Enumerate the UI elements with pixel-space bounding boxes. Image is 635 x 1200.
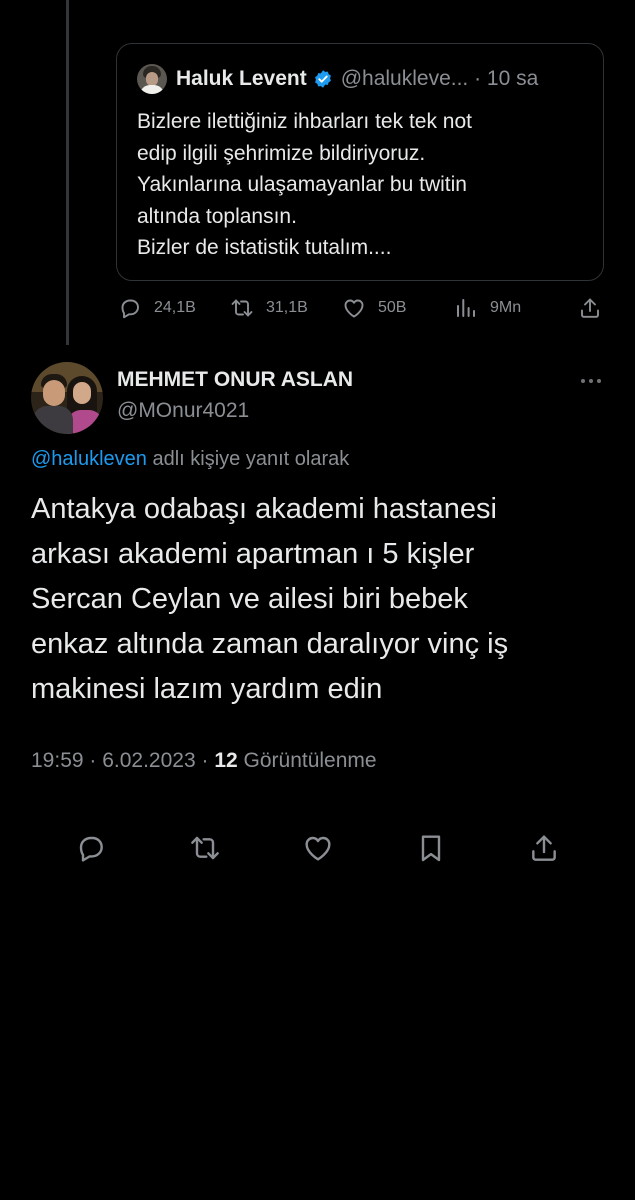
tweet-text: Antakya odabaşı akademi hastanesi arkası… [31,487,606,712]
more-icon[interactable] [579,371,603,391]
views-button[interactable]: 9Mn [454,292,521,324]
author-avatar[interactable] [31,362,103,434]
tweet-actions [0,832,635,868]
share-icon [532,835,556,861]
author-name[interactable]: MEHMET ONUR ASLAN [117,368,353,392]
quoted-text-line: Bizler de istatistik tutalım.... [137,236,392,259]
reply-count: 24,1B [154,299,196,316]
replying-to: @halukleven adlı kişiye yanıt olarak [31,448,349,471]
quoted-tweet-header: Haluk Levent @halukleve... · 10 sa [137,64,538,94]
retweet-icon [191,836,219,860]
verified-badge-icon [314,70,331,88]
like-count: 50B [378,299,407,316]
tweet-text-line: Sercan Ceylan ve ailesi biri bebek [31,583,468,615]
bookmark-icon [421,835,441,862]
tweet-text-line: makinesi lazım yardım edin [31,673,383,705]
main-retweet-button[interactable] [189,832,221,864]
quoted-text-line: edip ilgili şehrimize bildiriyoruz. [137,141,426,165]
main-bookmark-button[interactable] [415,832,447,864]
retweet-button[interactable]: 31,1B [230,292,308,324]
tweet-timestamp[interactable]: 19:59 · 6.02.2023 · [31,749,214,772]
reply-button[interactable]: 24,1B [118,292,196,324]
like-button[interactable]: 50B [342,292,406,324]
tweet-text-line: enkaz altında zaman daralıyor vinç iş [31,628,509,660]
reply-to-suffix: adlı kişiye yanıt olarak [146,448,350,470]
quoted-text-line: Yakınlarına ulaşamayanlar bu twitin [137,173,467,196]
retweet-icon [231,299,253,317]
tweet-views-count: 12 [214,749,238,772]
thread-connector-line [66,0,69,345]
quoted-text-line: altında toplansın. [137,204,297,228]
main-share-button[interactable] [528,832,560,864]
reply-icon [121,299,139,319]
tweet-meta: 19:59 · 6.02.2023 · 12 Görüntülenme [31,749,377,773]
quoted-tweet-actions: 24,1B 31,1B 50B 9Mn [118,292,608,324]
retweet-count: 31,1B [266,299,308,316]
share-icon [581,298,599,318]
quoted-author-name[interactable]: Haluk Levent [176,67,307,91]
quoted-tweet-text: Bizlere ilettiğiniz ihbarları tek tek no… [137,106,587,264]
share-button[interactable] [578,292,602,324]
tweet-views-label: Görüntülenme [237,749,377,772]
views-count: 9Mn [490,299,522,316]
author-handle[interactable]: @MOnur4021 [117,399,249,423]
quoted-text-line: Bizlere ilettiğiniz ihbarları tek tek no… [137,110,472,133]
main-like-button[interactable] [302,832,334,864]
heart-icon [305,836,331,861]
views-icon [457,299,475,317]
reply-icon [79,836,103,862]
quoted-author-avatar[interactable] [137,64,167,94]
heart-icon [344,299,364,318]
quoted-handle-time: @halukleve... · 10 sa [340,67,539,90]
reply-mention-link[interactable]: @halukleven [31,448,147,470]
tweet-text-line: Antakya odabaşı akademi hastanesi [31,493,497,525]
quoted-tweet-card[interactable]: Haluk Levent @halukleve... · 10 sa Bizle… [116,43,604,281]
tweet-text-line: arkası akademi apartman ı 5 kişler [31,538,475,570]
main-reply-button[interactable] [75,832,107,864]
